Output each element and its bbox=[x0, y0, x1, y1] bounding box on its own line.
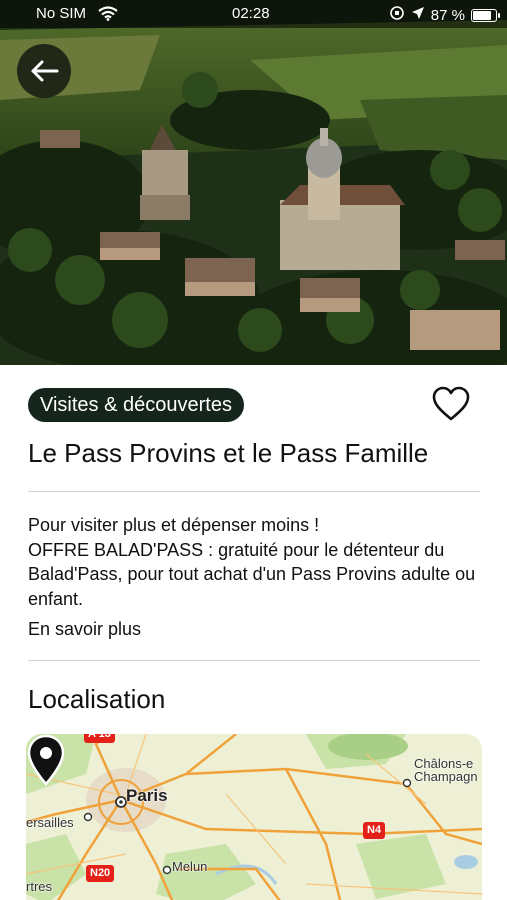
road-badge-a13: A 13 bbox=[84, 734, 115, 743]
map-label-versailles: ersailles bbox=[26, 815, 74, 830]
map-pin-icon[interactable] bbox=[26, 734, 66, 786]
location-section-title: Localisation bbox=[28, 684, 166, 714]
read-more-link[interactable]: En savoir plus bbox=[28, 619, 141, 640]
category-badge: Visites & découvertes bbox=[28, 388, 244, 422]
clock: 02:28 bbox=[232, 5, 270, 22]
battery-percent: 87 % bbox=[430, 6, 465, 24]
heart-outline-icon bbox=[432, 386, 470, 421]
rotation-lock-icon bbox=[389, 5, 405, 25]
divider bbox=[28, 491, 480, 492]
carrier-label: No SIM bbox=[36, 5, 87, 22]
status-bar: No SIM 02:28 87 % bbox=[0, 0, 507, 28]
arrow-left-icon bbox=[31, 60, 59, 82]
description: Pour visiter plus et dépenser moins ! OF… bbox=[28, 513, 488, 611]
description-line-1: Pour visiter plus et dépenser moins ! bbox=[28, 515, 320, 535]
back-button[interactable] bbox=[17, 44, 71, 98]
provins-aerial-photo bbox=[0, 0, 507, 365]
map-label-chartres: rtres bbox=[26, 879, 52, 894]
description-line-2: OFFRE BALAD'PASS : gratuité pour le déte… bbox=[28, 539, 476, 609]
divider bbox=[28, 660, 480, 661]
wifi-icon bbox=[98, 6, 118, 25]
map-label-melun: Melun bbox=[172, 859, 208, 874]
hero-image bbox=[0, 0, 507, 365]
map-label-paris: Paris bbox=[126, 786, 168, 805]
location-arrow-icon bbox=[411, 6, 425, 24]
page-title: Le Pass Provins et le Pass Famille bbox=[28, 438, 429, 468]
road-badge-n20: N20 bbox=[86, 865, 115, 882]
favorite-button[interactable] bbox=[430, 384, 472, 424]
location-map[interactable]: Paris ersailles Melun rtres Châlons-e Ch… bbox=[26, 734, 482, 900]
battery-icon bbox=[471, 8, 500, 22]
road-badge-n4: N4 bbox=[363, 822, 386, 839]
map-label-champagne: Champagn bbox=[414, 769, 478, 784]
